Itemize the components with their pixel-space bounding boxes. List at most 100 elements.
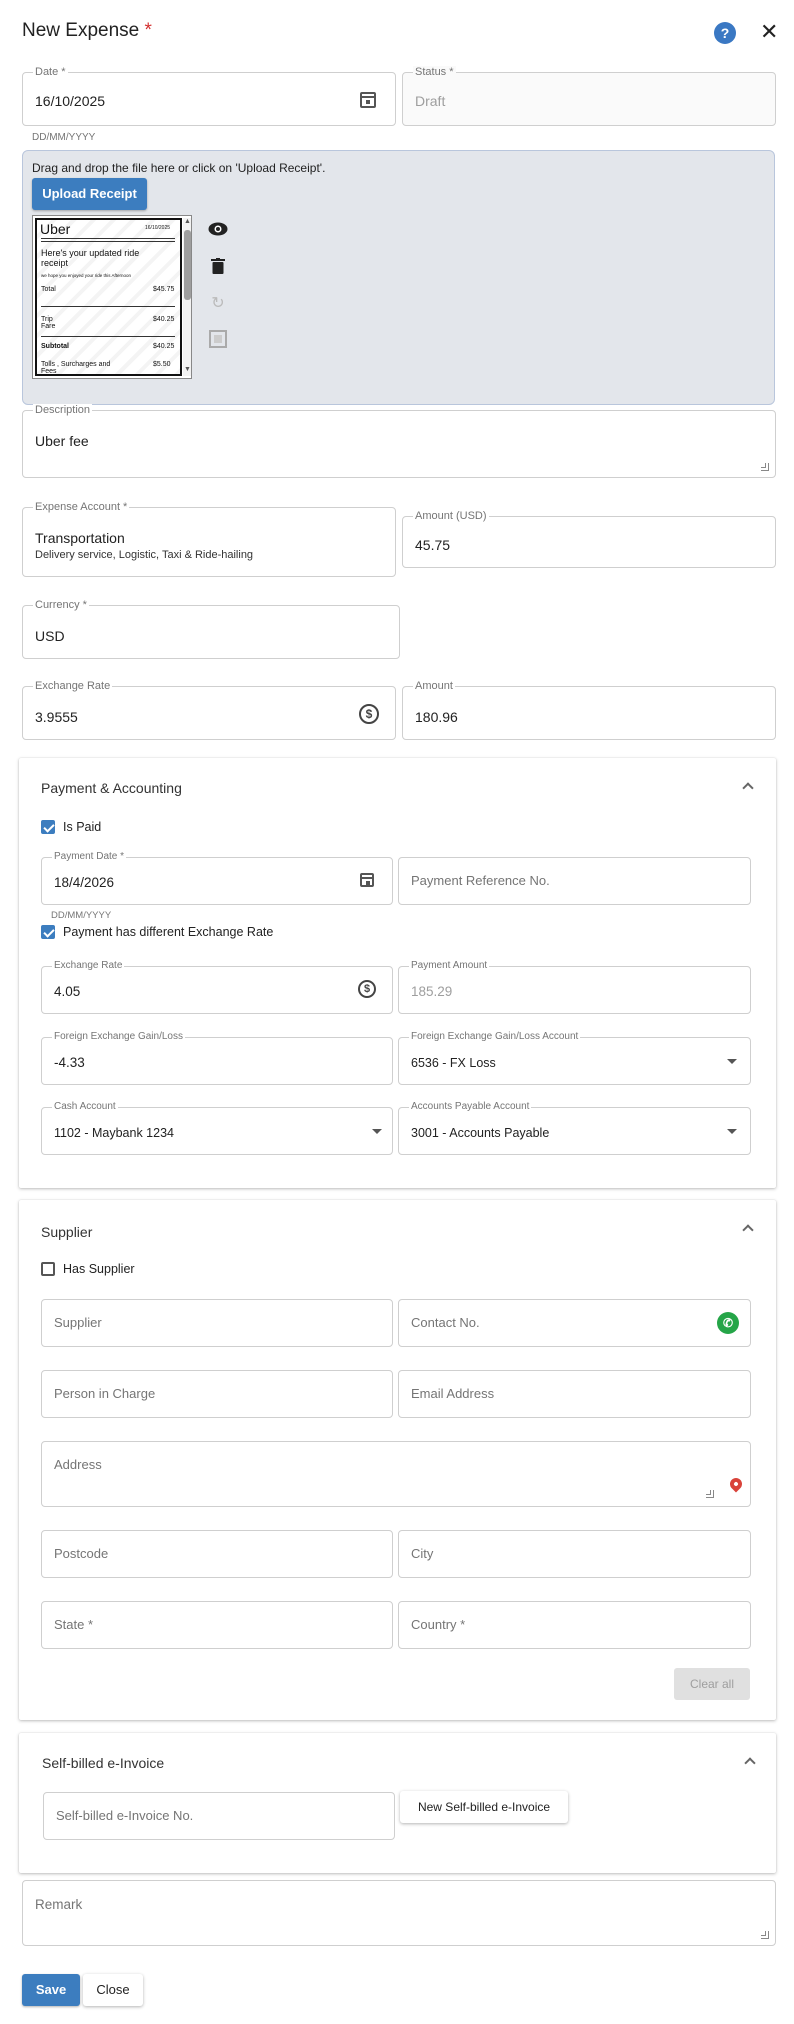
fx-gain-loss-field[interactable]: Foreign Exchange Gain/Loss -4.33 (41, 1031, 393, 1085)
receipt-scroll-thumb[interactable] (184, 230, 191, 300)
chevron-down-icon[interactable] (372, 1129, 382, 1134)
expense-account-field[interactable]: Expense Account * Transportation Deliver… (22, 501, 396, 577)
status-label: Status * (413, 66, 456, 78)
receipt-divider (41, 336, 175, 337)
receipt-divider (41, 238, 175, 239)
location-pin-icon[interactable] (727, 1475, 745, 1493)
einvoice-panel: Self-billed e-Invoice Self-billed e-Invo… (19, 1733, 776, 1873)
city-field[interactable]: City (398, 1530, 751, 1578)
payment-amount-field: Payment Amount 185.29 (398, 960, 751, 1014)
close-icon[interactable]: ✕ (760, 18, 778, 46)
state-placeholder: State * (54, 1617, 94, 1632)
receipt-divider (41, 241, 175, 242)
fx-account-value: 6536 - FX Loss (411, 1056, 496, 1070)
supplier-placeholder: Supplier (54, 1315, 102, 1330)
payment-date-label: Payment Date * (52, 851, 127, 863)
has-supplier-label: Has Supplier (63, 1262, 135, 1276)
new-einvoice-button[interactable]: New Self-billed e-Invoice (400, 1791, 568, 1823)
is-paid-checkbox[interactable] (41, 820, 55, 834)
dialog-title: New Expense * (22, 20, 152, 42)
state-field[interactable]: State * (41, 1601, 393, 1649)
receipt-trip-value: $40.25 (153, 316, 175, 323)
calendar-icon[interactable] (360, 873, 374, 887)
chevron-down-icon[interactable] (727, 1129, 737, 1134)
exchange-rate-value: 3.9555 (35, 709, 78, 725)
remark-field[interactable]: Remark (22, 1880, 776, 1946)
fx-gain-loss-label: Foreign Exchange Gain/Loss (52, 1031, 185, 1043)
expense-account-label: Expense Account * (33, 501, 130, 513)
resize-handle-icon[interactable] (761, 463, 769, 471)
eye-icon[interactable] (208, 222, 228, 242)
receipt-page: Uber 16/10/2025 Here's your updated ride… (35, 218, 182, 376)
payment-panel-title: Payment & Accounting (41, 780, 182, 796)
has-supplier-checkbox[interactable] (41, 1262, 55, 1276)
amount-label: Amount (413, 680, 455, 692)
postcode-field[interactable]: Postcode (41, 1530, 393, 1578)
save-button[interactable]: Save (22, 1974, 80, 2006)
address-placeholder: Address (54, 1457, 102, 1472)
payment-reference-placeholder: Payment Reference No. (411, 873, 550, 888)
einvoice-number-field[interactable]: Self-billed e-Invoice No. (43, 1792, 395, 1840)
expense-account-value: Transportation (35, 530, 125, 546)
different-rate-label: Payment has different Exchange Rate (63, 925, 274, 939)
crop-icon (208, 330, 228, 350)
collapse-chevron-icon[interactable] (742, 782, 754, 794)
whatsapp-icon[interactable]: ✆ (717, 1312, 739, 1334)
country-field[interactable]: Country * (398, 1601, 751, 1649)
description-field[interactable]: Description Uber fee (22, 404, 776, 478)
einvoice-number-placeholder: Self-billed e-Invoice No. (56, 1808, 194, 1823)
dialog-title-text: New Expense (22, 20, 140, 41)
amount-usd-field[interactable]: Amount (USD) 45.75 (402, 510, 776, 568)
collapse-chevron-icon[interactable] (742, 1224, 754, 1236)
close-button[interactable]: Close (83, 1974, 143, 2006)
scroll-down-icon[interactable]: ▼ (184, 366, 191, 373)
description-label: Description (33, 404, 93, 416)
is-paid-label: Is Paid (63, 820, 102, 834)
date-field[interactable]: Date * 16/10/2025 (22, 66, 396, 126)
clear-all-button: Clear all (674, 1668, 750, 1700)
amount-usd-label: Amount (USD) (413, 510, 489, 522)
exchange-rate-field[interactable]: Exchange Rate 3.9555 $ (22, 680, 396, 740)
payment-reference-field[interactable]: Payment Reference No. (398, 857, 751, 905)
address-field[interactable]: Address (41, 1441, 751, 1507)
payment-exchange-rate-field[interactable]: Exchange Rate 4.05 $ (41, 960, 393, 1014)
currency-value: USD (35, 628, 65, 644)
chevron-down-icon[interactable] (727, 1059, 737, 1064)
receipt-date: 16/10/2025 (145, 225, 171, 231)
different-rate-checkbox[interactable] (41, 925, 55, 939)
receipt-heading: Here's your updated ride receipt (41, 248, 140, 268)
calendar-icon[interactable] (360, 92, 376, 108)
scroll-up-icon[interactable]: ▲ (184, 218, 191, 225)
collapse-chevron-icon[interactable] (744, 1757, 756, 1769)
trash-icon[interactable] (208, 258, 228, 278)
ap-account-select[interactable]: Accounts Payable Account 3001 - Accounts… (398, 1101, 751, 1155)
payment-date-field[interactable]: Payment Date * 18/4/2026 (41, 851, 393, 905)
person-in-charge-placeholder: Person in Charge (54, 1386, 156, 1401)
receipt-trip-label: Trip Fare (41, 316, 56, 330)
date-hint: DD/MM/YYYY (32, 132, 96, 143)
resize-handle-icon[interactable] (706, 1490, 714, 1498)
resize-handle-icon[interactable] (761, 1931, 769, 1939)
amount-field[interactable]: Amount 180.96 (402, 680, 776, 740)
receipt-thumbnail[interactable]: Uber 16/10/2025 Here's your updated ride… (32, 215, 192, 379)
supplier-panel-title: Supplier (41, 1224, 93, 1240)
currency-field[interactable]: Currency * USD (22, 599, 400, 659)
fx-account-select[interactable]: Foreign Exchange Gain/Loss Account 6536 … (398, 1031, 751, 1085)
ap-account-label: Accounts Payable Account (409, 1101, 532, 1113)
upload-receipt-button[interactable]: Upload Receipt (32, 178, 147, 210)
remark-placeholder: Remark (35, 1897, 83, 1912)
cash-account-select[interactable]: Cash Account 1102 - Maybank 1234 (41, 1101, 393, 1155)
contact-no-field[interactable]: Contact No. ✆ (398, 1299, 751, 1347)
refresh-rate-icon[interactable]: $ (359, 704, 379, 724)
description-value: Uber fee (35, 433, 89, 449)
supplier-field[interactable]: Supplier (41, 1299, 393, 1347)
person-in-charge-field[interactable]: Person in Charge (41, 1370, 393, 1418)
receipt-tolls-value: $5.50 (153, 361, 171, 368)
email-field[interactable]: Email Address (398, 1370, 751, 1418)
refresh-rate-icon[interactable]: $ (358, 980, 376, 998)
country-placeholder: Country * (411, 1617, 466, 1632)
payment-exchange-rate-label: Exchange Rate (52, 960, 125, 972)
help-icon[interactable]: ? (714, 22, 736, 44)
receipt-brand: Uber (40, 221, 71, 237)
receipt-divider (41, 306, 175, 307)
